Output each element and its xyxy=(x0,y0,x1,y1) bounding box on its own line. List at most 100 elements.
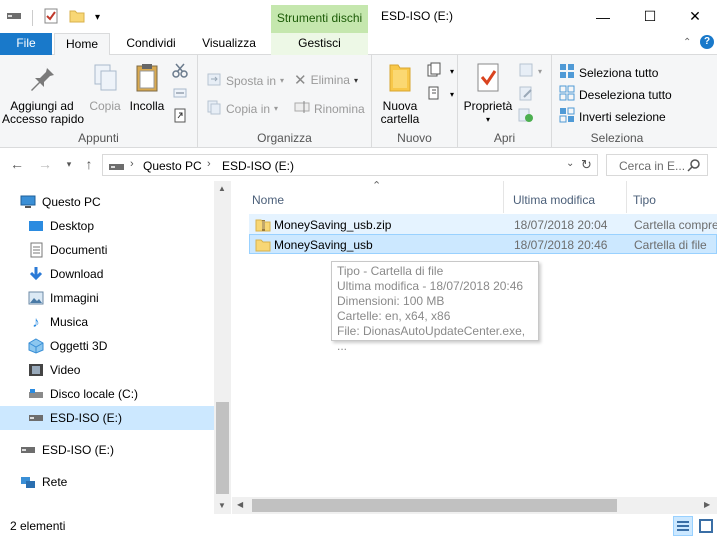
close-button[interactable]: ✕ xyxy=(672,0,717,33)
nav-item-download[interactable]: Download xyxy=(0,262,214,286)
chevron-down-icon: ▾ xyxy=(353,75,358,85)
help-icon[interactable]: ? xyxy=(700,35,714,49)
download-icon xyxy=(28,266,44,282)
history-button[interactable] xyxy=(518,107,534,126)
file-row[interactable]: MoneySaving_usb 18/07/2018 20:46 Cartell… xyxy=(249,234,717,254)
sort-ascending-icon: ⌃ xyxy=(372,180,382,192)
breadcrumb-this-pc[interactable]: Questo PC xyxy=(143,159,202,173)
quick-access-toolbar: ▾ xyxy=(6,8,100,27)
new-folder-button[interactable]: Nuova cartella xyxy=(376,61,424,126)
easy-access-button[interactable]: ▾ xyxy=(426,85,454,104)
delete-button[interactable]: ✕ Elimina ▾ xyxy=(294,71,358,89)
edit-button[interactable] xyxy=(518,85,534,104)
nav-item-desktop[interactable]: Desktop xyxy=(0,214,214,238)
customize-qat-icon[interactable]: ▾ xyxy=(95,12,100,23)
up-button[interactable]: ↑ xyxy=(80,155,98,173)
search-input[interactable]: Cerca in E... xyxy=(619,159,685,173)
scroll-right-icon[interactable]: ▶ xyxy=(704,500,710,509)
move-to-icon xyxy=(206,71,222,90)
nav-item-esd-iso-root[interactable]: ESD-ISO (E:) xyxy=(0,438,214,462)
nav-item-local-disk[interactable]: Disco locale (C:) xyxy=(0,382,214,406)
move-to-button[interactable]: Sposta in ▾ xyxy=(206,71,284,90)
file-row[interactable]: MoneySaving_usb.zip 18/07/2018 20:04 Car… xyxy=(249,214,717,234)
nav-item-this-pc[interactable]: Questo PC xyxy=(0,190,214,214)
invert-selection-icon xyxy=(559,107,575,126)
nav-label: ESD-ISO (E:) xyxy=(42,443,115,457)
drive-icon[interactable] xyxy=(6,10,22,25)
nav-item-network[interactable]: Rete xyxy=(0,470,214,494)
details-view-button[interactable] xyxy=(673,516,693,536)
scroll-down-icon[interactable]: ▼ xyxy=(218,501,226,510)
new-folder-icon[interactable] xyxy=(69,8,85,27)
chevron-down-icon: ▾ xyxy=(450,67,455,76)
properties-button[interactable]: Proprietà ▾ xyxy=(462,61,514,126)
refresh-icon[interactable]: ↻ xyxy=(581,157,592,173)
nav-item-pictures[interactable]: Immagini xyxy=(0,286,214,310)
scrollbar-thumb[interactable] xyxy=(216,402,229,494)
scrollbar-thumb[interactable] xyxy=(252,499,617,512)
new-folder-label: Nuova cartella xyxy=(380,99,420,126)
copy-path-button[interactable] xyxy=(172,85,188,104)
nav-item-3d-objects[interactable]: Oggetti 3D xyxy=(0,334,214,358)
nav-label: Documenti xyxy=(50,243,108,257)
select-all-button[interactable]: Seleziona tutto xyxy=(559,63,658,82)
network-icon xyxy=(20,474,36,490)
file-modified: 18/07/2018 20:46 xyxy=(514,238,608,252)
maximize-button[interactable]: ☐ xyxy=(627,0,673,33)
properties-icon[interactable] xyxy=(43,8,59,27)
nav-item-documents[interactable]: Documenti xyxy=(0,238,214,262)
group-organize: Sposta in ▾ Copia in ▾ ✕ Elimina ▾ Rinom… xyxy=(198,55,372,148)
window-title: ESD-ISO (E:) xyxy=(381,9,454,23)
tab-manage[interactable]: Gestisci xyxy=(271,33,368,55)
cut-button[interactable] xyxy=(172,62,188,81)
copy-label: Copia xyxy=(89,99,121,113)
breadcrumb-drive[interactable]: ESD-ISO (E:) xyxy=(222,159,294,173)
address-bar[interactable]: › Questo PC › ESD-ISO (E:) ⌄ ↻ xyxy=(102,154,598,176)
status-bar: 2 elementi xyxy=(0,514,717,539)
address-row: ← → ▾ ↑ › Questo PC › ESD-ISO (E:) ⌄ ↻ C… xyxy=(0,151,717,179)
open-button[interactable]: ▾ xyxy=(518,62,542,81)
nav-item-esd-iso[interactable]: ESD-ISO (E:) xyxy=(0,406,214,430)
large-icons-view-button[interactable] xyxy=(697,517,715,535)
nav-item-video[interactable]: Video xyxy=(0,358,214,382)
recent-locations-button[interactable]: ▾ xyxy=(60,155,78,173)
paste-icon xyxy=(127,61,167,96)
pictures-icon xyxy=(28,290,44,306)
group-open: Proprietà ▾ ▾ Apri xyxy=(458,55,552,148)
invert-selection-button[interactable]: Inverti selezione xyxy=(559,107,666,126)
objects3d-icon xyxy=(28,338,44,354)
column-header-type[interactable]: Tipo xyxy=(633,187,656,213)
column-divider[interactable] xyxy=(626,181,627,213)
scroll-up-icon[interactable]: ▲ xyxy=(218,184,226,193)
group-label-organize: Organizza xyxy=(257,131,312,145)
nav-label: Video xyxy=(50,363,81,377)
arrow-right-icon: → xyxy=(38,156,52,172)
new-item-button[interactable]: ▾ xyxy=(426,62,454,81)
forward-button[interactable]: → xyxy=(36,155,54,173)
column-header-name[interactable]: Nome xyxy=(252,187,284,213)
nav-item-music[interactable]: ♪ Musica xyxy=(0,310,214,334)
tab-share[interactable]: Condividi xyxy=(116,33,186,55)
arrow-left-icon: ← xyxy=(10,156,24,172)
tab-home[interactable]: Home xyxy=(54,33,110,56)
copy-button[interactable]: Copia xyxy=(86,61,124,113)
copy-to-button[interactable]: Copia in ▾ xyxy=(206,99,278,118)
scroll-left-icon[interactable]: ◀ xyxy=(237,500,243,509)
paste-shortcut-button[interactable] xyxy=(172,107,188,126)
search-box[interactable]: Cerca in E... xyxy=(606,154,708,176)
address-dropdown-icon[interactable]: ⌄ xyxy=(566,158,574,169)
collapse-ribbon-icon[interactable]: ⌃ xyxy=(683,37,691,48)
select-none-button[interactable]: Deseleziona tutto xyxy=(559,85,672,104)
tab-view[interactable]: Visualizza xyxy=(196,33,262,55)
file-list-hscrollbar[interactable]: ◀ ▶ xyxy=(232,497,717,514)
back-button[interactable]: ← xyxy=(8,155,26,173)
nav-scrollbar[interactable]: ▲ ▼ xyxy=(214,181,231,514)
pin-quick-access-button[interactable]: Aggiungi ad Accesso rapido xyxy=(2,61,84,126)
column-divider[interactable] xyxy=(503,181,504,213)
tab-file[interactable]: File xyxy=(0,33,52,55)
minimize-button[interactable]: — xyxy=(580,0,626,33)
rename-button[interactable]: Rinomina xyxy=(294,99,365,118)
nav-label: Oggetti 3D xyxy=(50,339,108,353)
paste-button[interactable]: Incolla xyxy=(127,61,167,113)
column-header-modified[interactable]: Ultima modifica xyxy=(513,187,595,213)
